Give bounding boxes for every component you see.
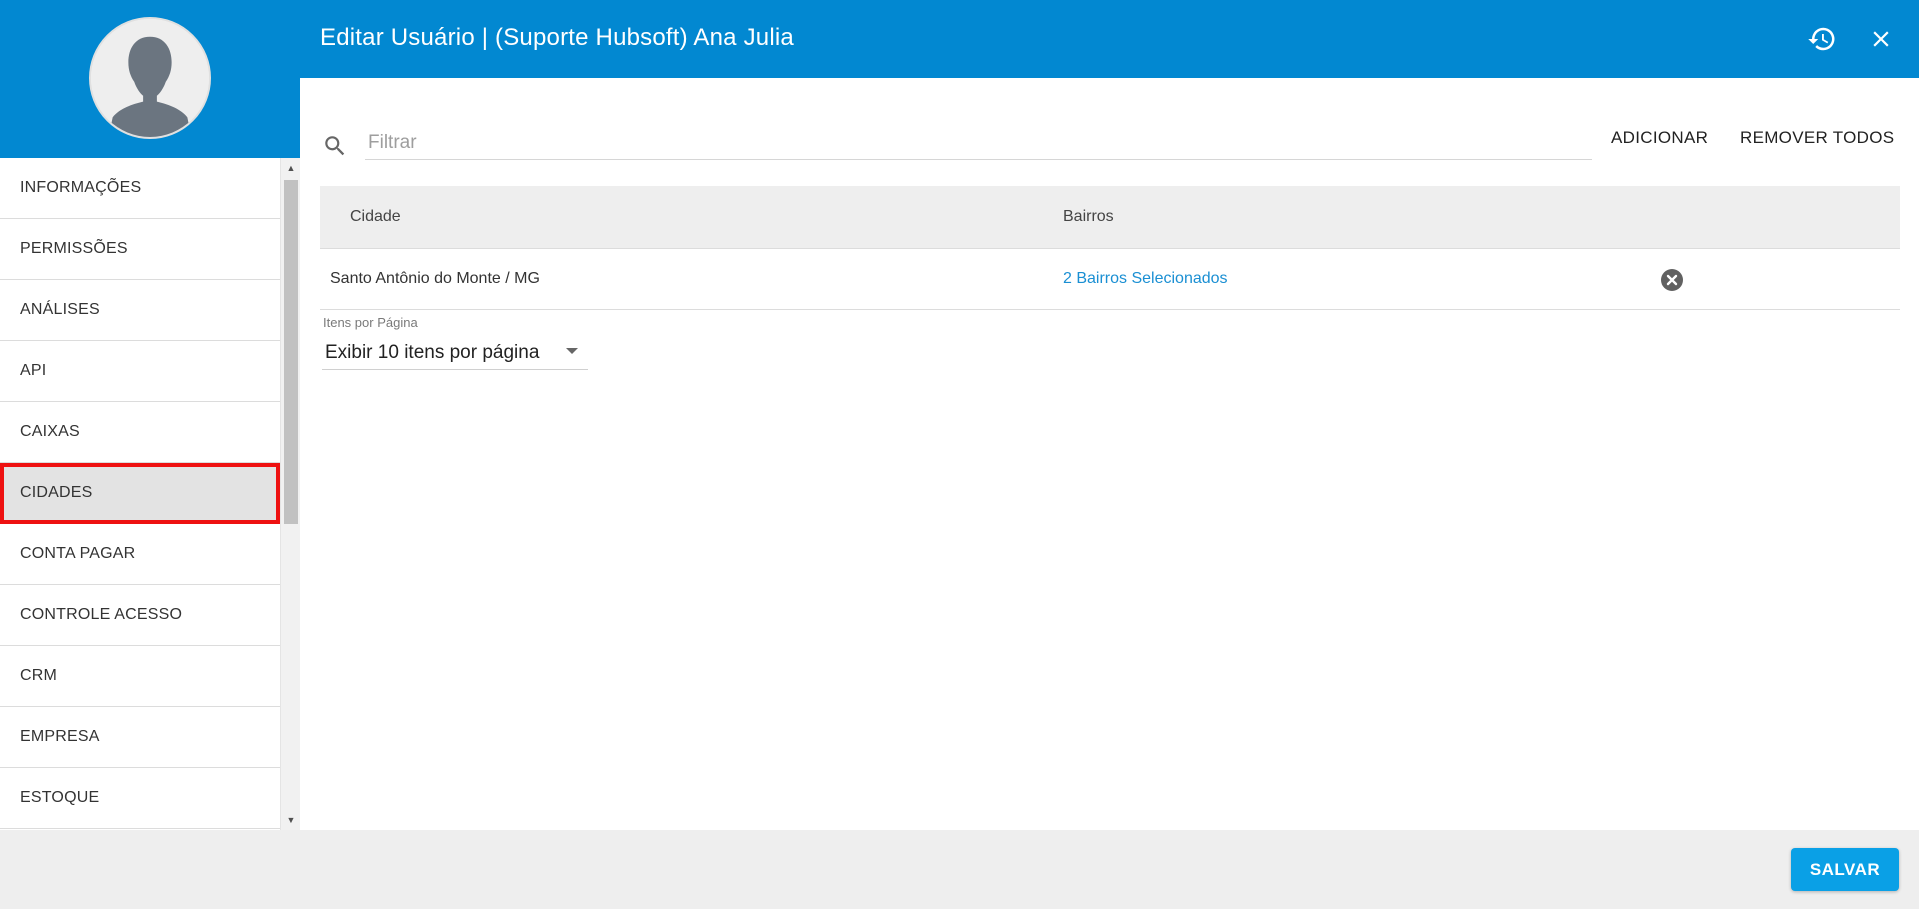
items-per-page-value: Exibir 10 itens por página <box>325 342 540 363</box>
sidebar-item-label: CAIXAS <box>20 423 80 440</box>
sidebar-item-permissoes[interactable]: PERMISSÕES <box>0 219 280 280</box>
scrollbar-thumb[interactable] <box>284 180 298 524</box>
sidebar-item-caixas[interactable]: CAIXAS <box>0 402 280 463</box>
sidebar-item-cidades[interactable]: CIDADES <box>0 463 280 524</box>
history-icon[interactable] <box>1807 24 1837 54</box>
sidebar-item-analises[interactable]: ANÁLISES <box>0 280 280 341</box>
items-per-page-label: Itens por Página <box>323 315 418 330</box>
add-button[interactable]: ADICIONAR <box>1611 128 1708 148</box>
remove-all-button[interactable]: REMOVER TODOS <box>1740 128 1894 148</box>
sidebar-item-label: INFORMAÇÕES <box>20 179 142 196</box>
search-icon <box>325 136 345 156</box>
items-per-page-select[interactable]: Exibir 10 itens por página <box>322 334 588 370</box>
main-content: ADICIONAR REMOVER TODOS Cidade Bairros S… <box>300 78 1919 830</box>
avatar <box>89 17 211 139</box>
close-icon[interactable] <box>1868 26 1894 52</box>
sidebar-item-estoque[interactable]: ESTOQUE <box>0 768 280 829</box>
scroll-up-arrow-icon[interactable]: ▲ <box>281 158 300 178</box>
sidebar-menu: INFORMAÇÕES PERMISSÕES ANÁLISES API CAIX… <box>0 158 280 829</box>
bairros-link[interactable]: 2 Bairros Selecionados <box>1063 270 1228 288</box>
sidebar-item-controle-acesso[interactable]: CONTROLE ACESSO <box>0 585 280 646</box>
sidebar-header <box>0 0 300 158</box>
sidebar-item-label: ESTOQUE <box>20 789 100 806</box>
table-row: Santo Antônio do Monte / MG 2 Bairros Se… <box>320 249 1900 310</box>
sidebar-item-label: CONTROLE ACESSO <box>20 606 183 623</box>
sidebar-item-label: ANÁLISES <box>20 301 100 318</box>
cell-cidade: Santo Antônio do Monte / MG <box>330 270 540 287</box>
sidebar-item-label: CRM <box>20 667 58 684</box>
filter-input[interactable] <box>365 126 1592 160</box>
save-button[interactable]: SALVAR <box>1791 848 1899 891</box>
dropdown-arrow-icon <box>566 348 578 354</box>
sidebar-item-empresa[interactable]: EMPRESA <box>0 707 280 768</box>
footer-bar: SALVAR <box>0 830 1919 909</box>
sidebar-item-informacoes[interactable]: INFORMAÇÕES <box>0 158 280 219</box>
user-silhouette-icon <box>91 19 209 137</box>
sidebar: INFORMAÇÕES PERMISSÕES ANÁLISES API CAIX… <box>0 158 300 830</box>
sidebar-scrollbar[interactable]: ▲ ▼ <box>280 158 300 830</box>
sidebar-item-label: PERMISSÕES <box>20 240 128 257</box>
column-header-cidade: Cidade <box>350 208 401 225</box>
header-bar: Editar Usuário | (Suporte Hubsoft) Ana J… <box>300 0 1919 78</box>
edit-user-dialog: INFORMAÇÕES PERMISSÕES ANÁLISES API CAIX… <box>0 0 1919 909</box>
remove-circle-icon[interactable] <box>1660 268 1684 292</box>
cities-table: Cidade Bairros Santo Antônio do Monte / … <box>320 186 1900 310</box>
page-title: Editar Usuário | (Suporte Hubsoft) Ana J… <box>320 24 794 51</box>
sidebar-item-crm[interactable]: CRM <box>0 646 280 707</box>
sidebar-item-api[interactable]: API <box>0 341 280 402</box>
table-header: Cidade Bairros <box>320 186 1900 249</box>
sidebar-item-label: EMPRESA <box>20 728 100 745</box>
sidebar-item-label: CIDADES <box>20 484 93 501</box>
sidebar-item-label: CONTA PAGAR <box>20 545 136 562</box>
sidebar-item-label: API <box>20 362 47 379</box>
column-header-bairros: Bairros <box>1063 208 1114 225</box>
scroll-down-arrow-icon[interactable]: ▼ <box>281 810 300 830</box>
sidebar-item-conta-pagar[interactable]: CONTA PAGAR <box>0 524 280 585</box>
